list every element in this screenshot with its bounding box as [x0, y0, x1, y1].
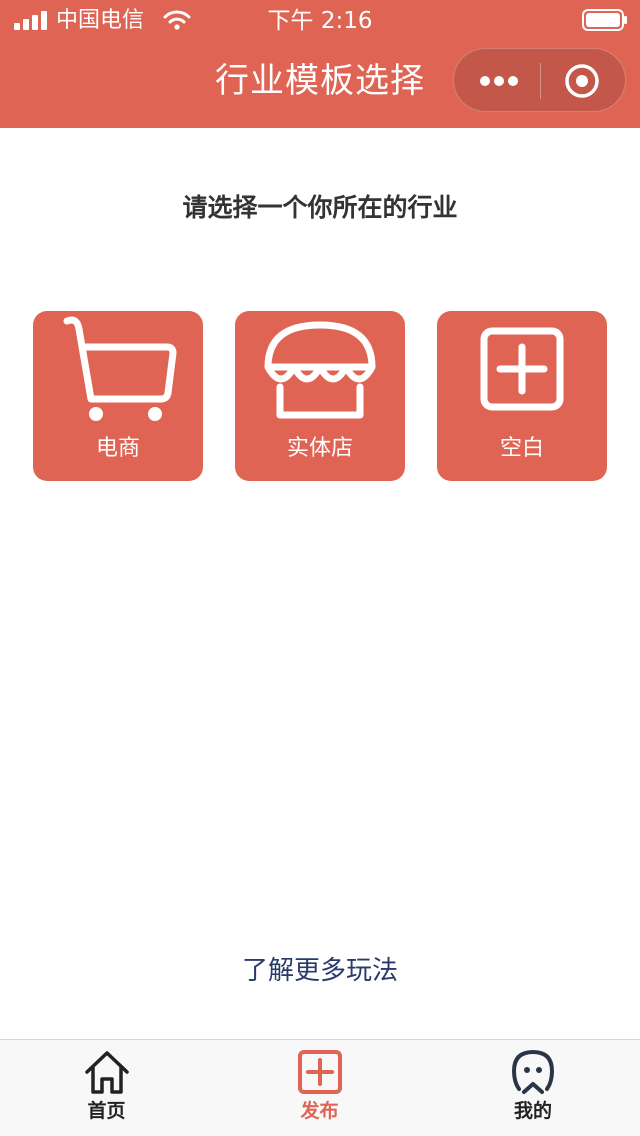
- status-bar: 中国电信 下午 2:16: [0, 0, 640, 40]
- header: 中国电信 下午 2:16 行业模板选择: [0, 0, 640, 128]
- mini-program-capsule: [453, 48, 626, 112]
- tab-mine[interactable]: 我的: [426, 1040, 640, 1136]
- tile-blank[interactable]: 空白: [437, 311, 607, 481]
- tab-home[interactable]: 首页: [0, 1040, 213, 1136]
- page-title: 行业模板选择: [215, 61, 425, 101]
- tab-publish[interactable]: 发布: [213, 1040, 426, 1136]
- learn-more-link[interactable]: 了解更多玩法: [0, 954, 640, 988]
- more-dots-icon: [480, 76, 518, 86]
- home-icon: [84, 1051, 129, 1094]
- target-circle-icon: [565, 64, 599, 98]
- tab-bar: 首页 发布 我的: [0, 1039, 640, 1136]
- more-button[interactable]: [454, 49, 540, 113]
- user-face-icon: [511, 1049, 555, 1094]
- close-button[interactable]: [541, 49, 627, 113]
- industry-prompt: 请选择一个你所在的行业: [182, 193, 458, 222]
- tile-ecommerce[interactable]: 电商: [33, 311, 203, 481]
- tab-label: 发布: [300, 1100, 339, 1122]
- tab-label: 我的: [513, 1100, 552, 1122]
- tile-label: 电商: [95, 436, 140, 461]
- tile-label: 实体店: [286, 436, 353, 461]
- app-screen: 中国电信 下午 2:16 行业模板选择 请选择一个你所在的行业 电商 实体店 空…: [0, 0, 640, 1136]
- status-time: 下午 2:16: [267, 8, 373, 34]
- plus-square-icon: [297, 1050, 342, 1094]
- battery-icon: [582, 9, 627, 31]
- tile-physical-store[interactable]: 实体店: [235, 311, 405, 481]
- tab-label: 首页: [87, 1100, 126, 1122]
- tile-label: 空白: [499, 436, 544, 461]
